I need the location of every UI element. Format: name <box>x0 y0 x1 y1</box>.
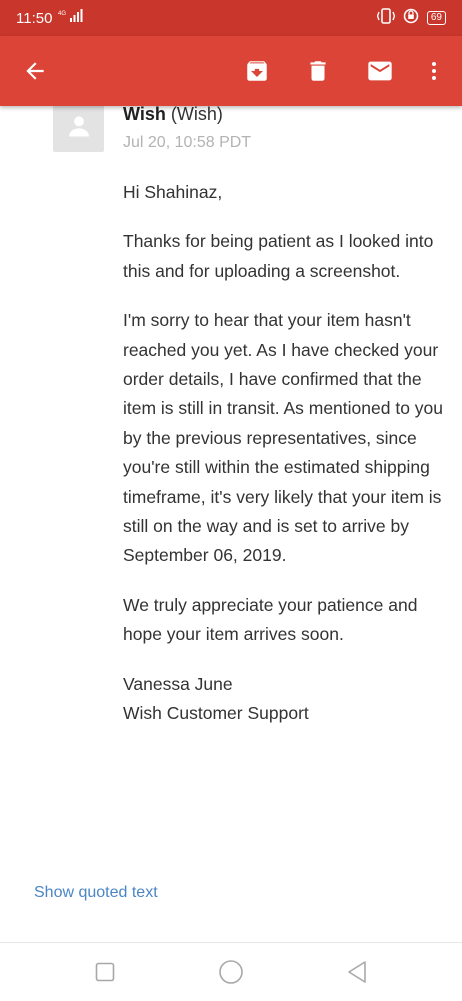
sender[interactable]: Wish (Wish) <box>123 106 223 125</box>
battery-icon: 69 <box>426 11 446 25</box>
signature-name: Vanessa June <box>123 673 233 694</box>
recent-apps-icon <box>95 962 115 982</box>
signature-team: Wish Customer Support <box>123 703 309 724</box>
back-arrow-icon <box>26 62 44 80</box>
status-time: 11:50 <box>16 9 53 27</box>
paragraph: I'm sorry to hear that your item hasn't … <box>123 310 443 566</box>
sender-name: Wish <box>123 106 166 124</box>
nav-back-button[interactable] <box>327 943 387 1001</box>
signature: Vanessa June Wish Customer Support <box>123 670 443 729</box>
mark-unread-icon <box>368 61 392 81</box>
show-quoted-text-link[interactable]: Show quoted text <box>34 884 158 902</box>
message-date: Jul 20, 10:58 PDT <box>123 134 252 151</box>
mark-unread-button[interactable] <box>356 36 404 106</box>
home-button[interactable] <box>201 943 261 1001</box>
signal-icon: 4G <box>58 9 84 27</box>
home-icon <box>219 960 243 984</box>
app-toolbar <box>0 36 462 106</box>
greeting: Hi Shahinaz, <box>123 182 223 202</box>
paragraph: We truly appreciate your patience and ho… <box>123 594 418 645</box>
back-button[interactable] <box>11 36 59 106</box>
avatar[interactable] <box>53 106 104 152</box>
alarm-icon <box>403 8 419 28</box>
delete-button[interactable] <box>294 36 342 106</box>
recent-apps-button[interactable] <box>75 943 135 1001</box>
archive-button[interactable] <box>233 36 281 106</box>
sender-alias: (Wish) <box>170 106 223 124</box>
status-right: 69 <box>376 8 446 28</box>
delete-icon <box>310 61 326 81</box>
person-icon <box>68 116 89 137</box>
system-nav-bar <box>0 942 462 1001</box>
vibrate-icon <box>376 8 396 28</box>
network-type: 4G <box>58 11 66 17</box>
more-options-button[interactable] <box>410 36 458 106</box>
back-icon <box>348 961 366 983</box>
message-body: Hi Shahinaz, Thanks for being patient as… <box>123 178 443 729</box>
status-left: 11:50 4G <box>16 9 84 27</box>
message-content[interactable]: Wish (Wish) Jul 20, 10:58 PDT Hi Shahina… <box>0 106 462 942</box>
more-vert-icon <box>432 62 436 80</box>
status-bar: 11:50 4G 69 <box>0 0 462 36</box>
archive-icon <box>247 61 267 81</box>
paragraph: Thanks for being patient as I looked int… <box>123 231 434 281</box>
